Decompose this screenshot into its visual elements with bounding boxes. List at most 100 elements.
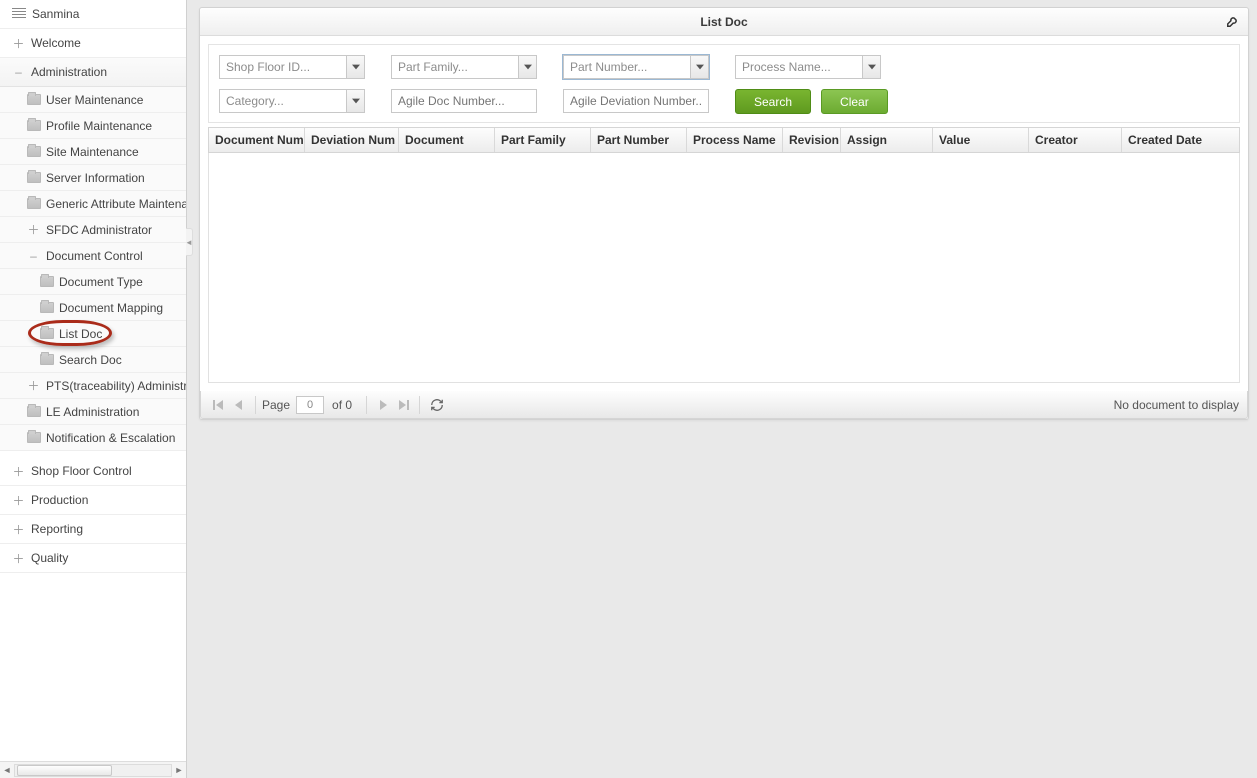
next-page-button[interactable]	[373, 395, 393, 415]
col-part-number[interactable]: Part Number	[591, 128, 687, 152]
grid-header: Document Num Deviation Num Document Part…	[208, 127, 1240, 153]
col-value[interactable]: Value	[933, 128, 1029, 152]
prev-page-button[interactable]	[229, 395, 249, 415]
col-process-name[interactable]: Process Name	[687, 128, 783, 152]
scrollbar-thumb[interactable]	[17, 765, 112, 776]
scroll-right-icon[interactable]: ►	[172, 765, 186, 775]
nav-item-welcome[interactable]: ＋ Welcome	[0, 29, 186, 58]
separator	[255, 396, 256, 414]
panel-title: List Doc	[700, 15, 747, 29]
col-created-date[interactable]: Created Date	[1122, 128, 1239, 152]
plus-icon: ＋	[12, 552, 25, 565]
main-area: List Doc Shop Floor ID... Part Family...	[187, 0, 1257, 778]
plus-icon: ＋	[12, 465, 25, 478]
col-assign[interactable]: Assign	[841, 128, 933, 152]
nav-label: List Doc	[59, 327, 102, 341]
folder-icon	[27, 94, 41, 105]
chevron-down-icon[interactable]	[690, 56, 708, 78]
nav-item-profile-maintenance[interactable]: Profile Maintenance	[0, 113, 186, 139]
nav-label: Document Mapping	[59, 301, 163, 315]
nav-label: Site Maintenance	[46, 145, 139, 159]
part-number-combo[interactable]: Part Number...	[563, 55, 709, 79]
minus-icon: –	[12, 66, 25, 79]
nav-item-search-doc[interactable]: Search Doc	[0, 347, 186, 373]
scroll-left-icon[interactable]: ◄	[0, 765, 14, 775]
last-page-button[interactable]	[393, 395, 413, 415]
separator	[419, 396, 420, 414]
chevron-down-icon[interactable]	[346, 90, 364, 112]
wrench-icon[interactable]	[1226, 14, 1240, 31]
nav-label: Sanmina	[32, 7, 79, 21]
nav-label: Production	[31, 493, 88, 507]
page-of-label: of 0	[332, 398, 352, 412]
nav-label: Document Type	[59, 275, 143, 289]
nav-item-le-admin[interactable]: LE Administration	[0, 399, 186, 425]
folder-icon	[27, 406, 41, 417]
folder-icon	[40, 328, 54, 339]
folder-icon	[40, 354, 54, 365]
nav-item-sanmina[interactable]: Sanmina	[0, 0, 186, 29]
nav-item-sfdc-admin[interactable]: ＋ SFDC Administrator	[0, 217, 186, 243]
col-document[interactable]: Document	[399, 128, 495, 152]
page-input[interactable]	[296, 396, 324, 414]
chevron-down-icon[interactable]	[346, 56, 364, 78]
list-doc-panel: List Doc Shop Floor ID... Part Family...	[199, 7, 1249, 420]
search-button[interactable]: Search	[735, 89, 811, 114]
nav-label: User Maintenance	[46, 93, 143, 107]
folder-icon	[27, 172, 41, 183]
nav-item-quality[interactable]: ＋ Quality	[0, 544, 186, 573]
filter-toolbar: Shop Floor ID... Part Family... Part Num…	[208, 44, 1240, 123]
chevron-down-icon[interactable]	[518, 56, 536, 78]
plus-icon: ＋	[12, 494, 25, 507]
refresh-button[interactable]	[426, 395, 448, 415]
folder-icon	[27, 198, 41, 209]
col-part-family[interactable]: Part Family	[495, 128, 591, 152]
nav-item-production[interactable]: ＋ Production	[0, 486, 186, 515]
results-grid: Document Num Deviation Num Document Part…	[208, 127, 1240, 383]
nav-label: PTS(traceability) Administration	[46, 379, 186, 393]
nav-item-generic-attribute[interactable]: Generic Attribute Maintenance	[0, 191, 186, 217]
plus-icon: ＋	[27, 379, 40, 392]
col-creator[interactable]: Creator	[1029, 128, 1122, 152]
scrollbar-track[interactable]	[14, 764, 172, 777]
first-page-button[interactable]	[209, 395, 229, 415]
nav-label: Generic Attribute Maintenance	[46, 197, 186, 211]
col-deviation-number[interactable]: Deviation Num	[305, 128, 399, 152]
sidebar-scrollbar[interactable]: ◄ ►	[0, 761, 186, 778]
list-icon	[12, 8, 26, 20]
nav-label: Welcome	[31, 36, 81, 50]
plus-icon: ＋	[12, 37, 25, 50]
page-label: Page	[262, 398, 290, 412]
nav-item-document-control[interactable]: – Document Control	[0, 243, 186, 269]
nav-item-pts-admin[interactable]: ＋ PTS(traceability) Administration	[0, 373, 186, 399]
nav-item-server-information[interactable]: Server Information	[0, 165, 186, 191]
plus-icon: ＋	[12, 523, 25, 536]
chevron-down-icon[interactable]	[862, 56, 880, 78]
shop-floor-id-combo[interactable]: Shop Floor ID...	[219, 55, 365, 79]
nav-item-user-maintenance[interactable]: User Maintenance	[0, 87, 186, 113]
clear-button[interactable]: Clear	[821, 89, 888, 114]
nav-item-shop-floor-control[interactable]: ＋ Shop Floor Control	[0, 457, 186, 486]
agile-deviation-number-input[interactable]	[563, 89, 709, 113]
col-document-number[interactable]: Document Num	[209, 128, 305, 152]
nav-label: LE Administration	[46, 405, 139, 419]
panel-body: Shop Floor ID... Part Family... Part Num…	[200, 36, 1248, 391]
nav-item-list-doc[interactable]: List Doc	[0, 321, 186, 347]
nav-tree: Sanmina ＋ Welcome – Administration User …	[0, 0, 186, 761]
process-name-combo[interactable]: Process Name...	[735, 55, 881, 79]
agile-doc-number-input[interactable]	[391, 89, 537, 113]
nav-item-notification-escalation[interactable]: Notification & Escalation	[0, 425, 186, 451]
nav-item-site-maintenance[interactable]: Site Maintenance	[0, 139, 186, 165]
nav-item-reporting[interactable]: ＋ Reporting	[0, 515, 186, 544]
nav-item-administration[interactable]: – Administration	[0, 58, 186, 87]
col-revision[interactable]: Revision	[783, 128, 841, 152]
nav-label: Quality	[31, 551, 68, 565]
nav-item-document-mapping[interactable]: Document Mapping	[0, 295, 186, 321]
part-family-combo[interactable]: Part Family...	[391, 55, 537, 79]
category-combo[interactable]: Category...	[219, 89, 365, 113]
collapse-sidebar-button[interactable]: ◄	[186, 228, 193, 256]
empty-message: No document to display	[1114, 398, 1239, 412]
nav-label: Shop Floor Control	[31, 464, 132, 478]
combo-text: Category...	[220, 94, 346, 108]
nav-item-document-type[interactable]: Document Type	[0, 269, 186, 295]
